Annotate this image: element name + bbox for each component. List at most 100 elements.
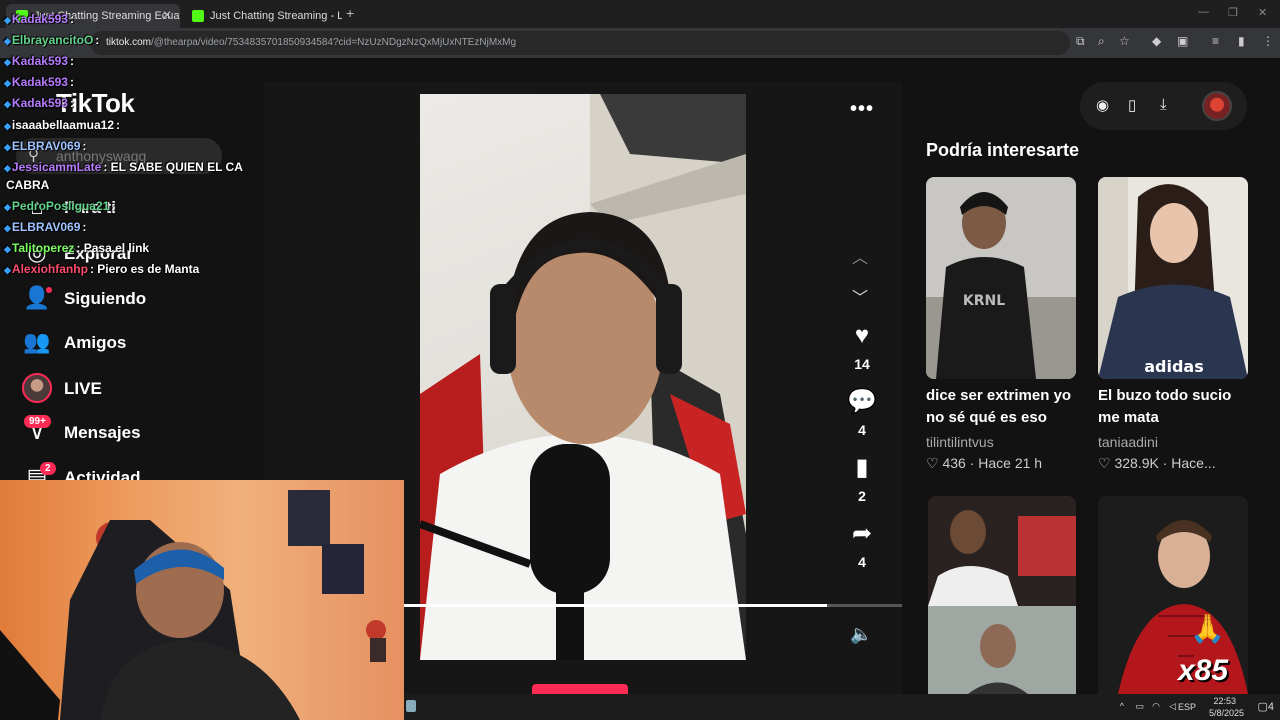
card-thumbnail[interactable]: KRNL bbox=[926, 177, 1076, 379]
clock-time[interactable]: 22:53 bbox=[1213, 696, 1236, 706]
card-author[interactable]: tilintilintvus bbox=[926, 434, 994, 450]
chat-badge-icon: ◆ bbox=[4, 142, 11, 152]
card-title[interactable]: dice ser extrimen yo no sé qué es eso bbox=[926, 385, 1082, 429]
chat-badge-icon: ◆ bbox=[4, 202, 11, 212]
notification-icon[interactable]: ▢4 bbox=[1257, 700, 1274, 713]
heart-outline-icon: ♡ bbox=[1098, 455, 1111, 471]
puzzle-icon[interactable]: ▣ bbox=[1177, 34, 1188, 48]
close-tab-icon[interactable]: ✕ bbox=[162, 8, 172, 22]
new-tab-button[interactable]: + bbox=[346, 5, 354, 21]
chat-text: : bbox=[82, 139, 87, 153]
card-likes: 436 bbox=[942, 455, 966, 471]
url-field[interactable]: tiktok.com/@thearpa/video/75348357018509… bbox=[90, 31, 1070, 55]
sidebar-item-actividad[interactable]: ▤ 2 Actividad bbox=[18, 460, 248, 480]
chat-message: ◆Alexiohfanhp: Piero es de Manta bbox=[4, 262, 199, 276]
extension-icon[interactable]: ◆ bbox=[1152, 34, 1161, 48]
bookmark-star-icon[interactable]: ☆ bbox=[1119, 34, 1130, 48]
card-thumbnail-image: adidas bbox=[1098, 177, 1248, 379]
new-dot bbox=[46, 287, 52, 293]
chat-message: ◆PedroPosligua21: bbox=[4, 199, 115, 213]
card-likes: 328.9K bbox=[1114, 455, 1159, 471]
phone-icon[interactable]: ▯ bbox=[1128, 96, 1136, 114]
sidebar-item-label: Actividad bbox=[64, 468, 141, 480]
bookmark-icon[interactable]: ▮ bbox=[842, 454, 882, 482]
chat-text: : bbox=[111, 199, 116, 213]
heart-outline-icon: ♡ bbox=[926, 455, 939, 471]
sidebar-item-amigos[interactable]: 👥 Amigos bbox=[18, 325, 248, 361]
user-avatar[interactable] bbox=[1202, 91, 1232, 121]
chat-username: Alexiohfanhp bbox=[11, 262, 88, 276]
taskbar-app-icon[interactable] bbox=[406, 700, 416, 712]
chat-username: isaaabellaamua12 bbox=[11, 118, 114, 132]
sidebar-item-label: LIVE bbox=[64, 379, 102, 398]
chat-text: : EL SABE QUIEN EL CA bbox=[103, 160, 243, 174]
kick-favicon-icon bbox=[192, 10, 204, 22]
video-progress-bar[interactable] bbox=[404, 604, 902, 607]
comment-count: 4 bbox=[858, 422, 866, 438]
comment-icon[interactable]: 💬 bbox=[842, 388, 882, 416]
activity-badge: 2 bbox=[40, 462, 56, 475]
close-window-icon[interactable]: ✕ bbox=[1258, 6, 1267, 19]
wifi-icon[interactable]: ◠ bbox=[1152, 701, 1160, 712]
cast-icon[interactable]: ⧉ bbox=[1076, 34, 1085, 49]
tray-chevron-icon[interactable]: ^ bbox=[1120, 701, 1124, 711]
menu-icon[interactable]: ⋮ bbox=[1262, 34, 1274, 48]
progress-fill bbox=[404, 604, 828, 607]
url-host: tiktok.com bbox=[106, 37, 152, 48]
top-right-toolbar: ◉ ▯ ⤓ bbox=[1080, 82, 1247, 130]
combo-counter: x85 bbox=[1178, 654, 1229, 687]
media-icon[interactable]: ≡ bbox=[1212, 34, 1219, 48]
chat-text: : bbox=[82, 220, 87, 234]
share-action[interactable]: ➦ 4 bbox=[842, 520, 882, 570]
recommendation-card[interactable]: KRNL dice ser extrimen yo no sé qué es e… bbox=[926, 177, 1076, 477]
webcam-scene-image bbox=[0, 490, 386, 720]
share-icon[interactable]: ➦ bbox=[842, 520, 882, 548]
chat-badge-icon: ◆ bbox=[4, 78, 11, 88]
chat-badge-icon: ◆ bbox=[4, 223, 11, 233]
network-icon[interactable]: ▭ bbox=[1135, 701, 1144, 712]
tab-title: Just Chatting Streaming - Live bbox=[210, 10, 342, 22]
language-indicator[interactable]: ESP bbox=[1178, 702, 1196, 712]
speaker-icon[interactable]: ◁ bbox=[1169, 701, 1176, 712]
chat-message: ◆Talitoperez: Pasa el link bbox=[4, 241, 149, 255]
notification-count: 4 bbox=[1267, 701, 1274, 713]
chevron-up-icon[interactable]: ︿ bbox=[852, 244, 868, 268]
chat-message: ◆ElbrayancitoO: bbox=[4, 33, 99, 47]
card-author[interactable]: taniaadini bbox=[1098, 434, 1158, 450]
sidebar-item-mensajes[interactable]: ⊽ 99+ Mensajes bbox=[18, 415, 248, 451]
maximize-icon[interactable]: ❐ bbox=[1228, 6, 1238, 19]
volume-icon[interactable]: 🔈 bbox=[850, 624, 872, 645]
heart-icon[interactable]: ♥ bbox=[842, 322, 882, 350]
recommendation-thumbnail[interactable] bbox=[928, 496, 1076, 694]
card-time: Hace 21 h bbox=[978, 455, 1043, 471]
clock-date[interactable]: 5/8/2025 bbox=[1209, 708, 1244, 718]
browser-tab[interactable]: Just Chatting Streaming - Live bbox=[182, 4, 342, 28]
profile-icon[interactable]: ▮ bbox=[1238, 34, 1245, 48]
more-options-icon[interactable]: ••• bbox=[850, 98, 874, 121]
card-title[interactable]: El buzo todo sucio me mata bbox=[1098, 385, 1254, 429]
messages-badge: 99+ bbox=[24, 415, 51, 428]
minimize-icon[interactable]: — bbox=[1198, 6, 1209, 18]
download-icon[interactable]: ⤓ bbox=[1160, 96, 1167, 113]
url-path: /@thearpa/video/7534835701850934584?cid=… bbox=[151, 37, 517, 48]
chat-username: JessicammLate bbox=[11, 160, 102, 174]
recommendation-card[interactable]: adidas El buzo todo sucio me mata taniaa… bbox=[1098, 177, 1248, 477]
chat-badge-icon: ◆ bbox=[4, 244, 11, 254]
sidebar-item-live[interactable]: LIVE bbox=[18, 371, 248, 407]
coin-icon[interactable]: ◉ bbox=[1096, 96, 1109, 114]
chat-username: Kadak593 bbox=[11, 96, 68, 110]
zoom-icon[interactable]: ⌕ bbox=[1098, 34, 1105, 49]
chevron-down-icon[interactable]: ﹀ bbox=[852, 284, 868, 308]
video-scene-image bbox=[420, 94, 746, 660]
video-frame[interactable] bbox=[420, 94, 746, 660]
sidebar-item-siguiendo[interactable]: 👤 Siguiendo bbox=[18, 281, 248, 317]
card-thumbnail[interactable]: adidas bbox=[1098, 177, 1248, 379]
windows-taskbar: ^ ▭ ◠ ◁ ESP 22:53 5/8/2025 ▢4 bbox=[404, 694, 1280, 720]
like-action[interactable]: ♥ 14 bbox=[842, 322, 882, 372]
comment-action[interactable]: 💬 4 bbox=[842, 388, 882, 438]
chat-message: ◆Kadak593: bbox=[4, 54, 74, 68]
chat-text: : Pasa el link bbox=[76, 241, 150, 255]
chat-text: : bbox=[69, 12, 74, 26]
save-action[interactable]: ▮ 2 bbox=[842, 454, 882, 504]
svg-text:adidas: adidas bbox=[1144, 357, 1204, 376]
